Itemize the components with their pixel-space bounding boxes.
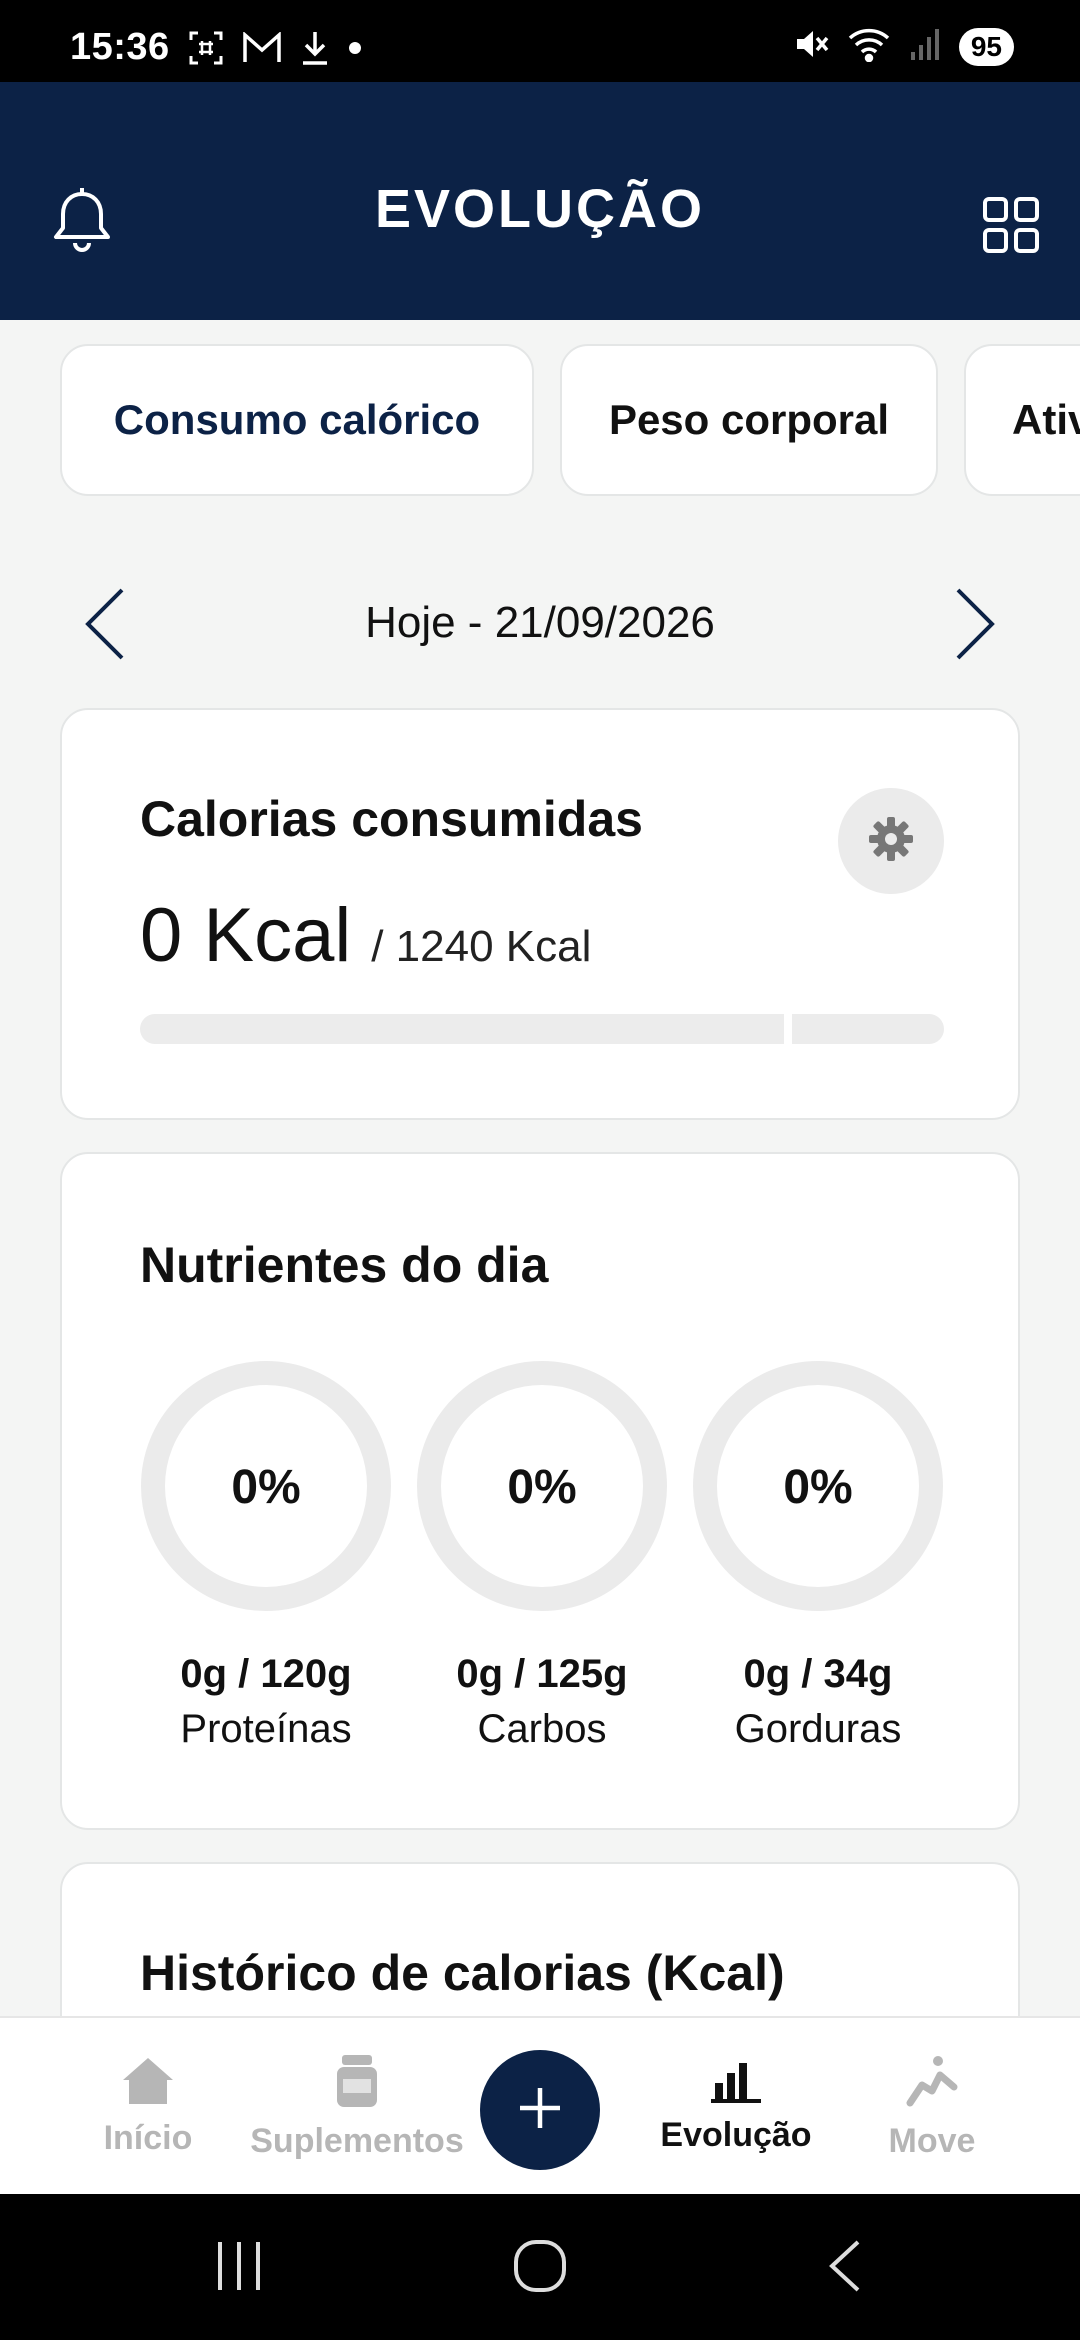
wifi-icon xyxy=(847,26,891,67)
dot-icon xyxy=(348,41,362,60)
calories-settings-button[interactable] xyxy=(838,788,944,894)
status-notification-icons xyxy=(188,30,362,71)
home-icon xyxy=(121,2056,175,2111)
chevron-right-icon[interactable] xyxy=(954,586,998,667)
bar-chart-icon xyxy=(711,2059,761,2108)
nutrient-percent: 0% xyxy=(231,1461,301,1514)
page-title: EVOLUÇÃO xyxy=(374,179,706,239)
date-navigator: Hoje - 21/09/2026 xyxy=(0,580,1080,670)
nutrient-ring: 0% xyxy=(416,1360,668,1612)
nav-suplementos[interactable]: Suplementos xyxy=(246,2018,468,2196)
calories-value: 0 Kcal / 1240 Kcal xyxy=(140,892,591,979)
nav-label: Evolução xyxy=(660,2116,812,2154)
mute-icon xyxy=(793,26,829,67)
nutrient-percent: 0% xyxy=(783,1461,853,1514)
nutrient-percent: 0% xyxy=(507,1461,577,1514)
nutrient-name: Gorduras xyxy=(734,1707,902,1751)
nutrient-rings: 0% 0g / 120g Proteínas 0% 0g / 125g Carb… xyxy=(140,1360,944,1752)
nutrient-amount: 0g / 125g xyxy=(456,1652,628,1696)
nutrient-carbos: 0% 0g / 125g Carbos xyxy=(416,1360,668,1752)
calories-progress-track-end xyxy=(792,1014,944,1044)
nav-evolucao[interactable]: Evolução xyxy=(656,2018,816,2196)
nutrient-name: Proteínas xyxy=(180,1707,352,1751)
tab-consumo-calorico[interactable]: Consumo calórico xyxy=(60,344,534,496)
nutrient-ring: 0% xyxy=(140,1360,392,1612)
app-header: EVOLUÇÃO xyxy=(0,82,1080,320)
category-tabs: Consumo calórico Peso corporal Ativ xyxy=(0,344,1080,498)
running-person-icon xyxy=(904,2053,960,2114)
date-label: Hoje - 21/09/2026 xyxy=(365,598,715,647)
calorie-history-title: Histórico de calorias (Kcal) xyxy=(140,1945,785,2001)
calories-goal: / 1240 Kcal xyxy=(371,922,592,971)
signal-icon xyxy=(909,26,941,67)
nav-label: Move xyxy=(888,2122,976,2160)
tab-peso-corporal[interactable]: Peso corporal xyxy=(560,344,938,496)
calories-consumed: 0 Kcal xyxy=(140,893,352,978)
system-nav-bar xyxy=(0,2194,1080,2340)
nutrients-card: Nutrientes do dia 0% 0g / 120g Proteínas… xyxy=(60,1152,1020,1830)
bottom-nav: Início Suplementos Evolução Move xyxy=(0,2016,1080,2194)
gear-icon xyxy=(867,815,915,868)
calories-progress-bar xyxy=(140,1014,944,1044)
calories-progress-track xyxy=(140,1014,784,1044)
back-icon[interactable] xyxy=(826,2238,862,2299)
nutrient-amount: 0g / 120g xyxy=(180,1652,352,1696)
nutrients-card-title: Nutrientes do dia xyxy=(140,1237,549,1293)
supplement-jar-icon xyxy=(334,2053,380,2114)
nutrient-ring: 0% xyxy=(692,1360,944,1612)
nutrient-name: Carbos xyxy=(477,1707,607,1751)
calories-card-title: Calorias consumidas xyxy=(140,791,643,847)
battery-indicator: 95 xyxy=(958,27,1014,66)
nutrient-gorduras: 0% 0g / 34g Gorduras xyxy=(692,1360,944,1752)
nav-inicio[interactable]: Início xyxy=(78,2018,218,2196)
status-bar: 15:36 95 xyxy=(0,0,1080,82)
home-circle-icon[interactable] xyxy=(512,2238,568,2299)
nav-label: Suplementos xyxy=(250,2122,464,2160)
status-system-icons: 95 xyxy=(793,26,1014,67)
recents-icon[interactable] xyxy=(214,2238,264,2299)
grid-icon[interactable] xyxy=(982,196,1040,259)
nutrient-proteinas: 0% 0g / 120g Proteínas xyxy=(140,1360,392,1752)
nav-move[interactable]: Move xyxy=(862,2018,1002,2196)
nav-label: Início xyxy=(103,2119,193,2157)
add-button[interactable] xyxy=(480,2050,600,2170)
nutrient-amount: 0g / 34g xyxy=(743,1652,893,1696)
gmail-icon xyxy=(242,31,282,69)
screenshot-icon xyxy=(188,30,224,71)
plus-icon xyxy=(516,2084,564,2137)
download-icon xyxy=(300,30,330,71)
calories-card: Calorias consumidas 0 Kcal / 1240 Kcal xyxy=(60,708,1020,1120)
tab-atividades[interactable]: Ativ xyxy=(964,344,1080,496)
status-time: 15:36 xyxy=(70,26,170,68)
